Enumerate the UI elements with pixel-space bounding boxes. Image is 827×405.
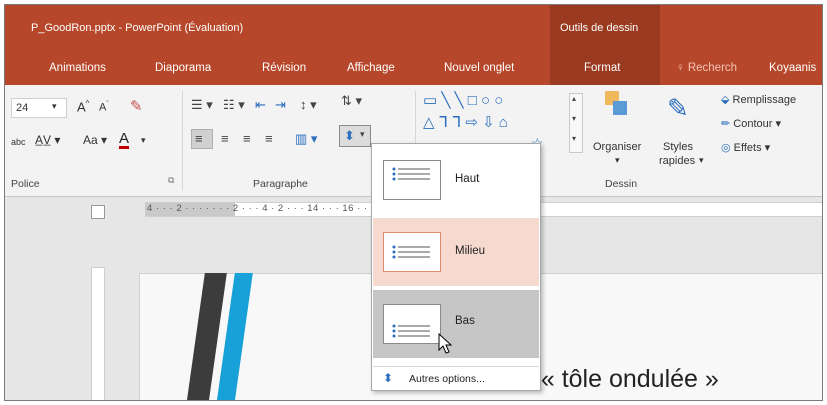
organize-label: Organiser xyxy=(593,141,642,153)
dialog-launcher-icon[interactable]: ⧉ xyxy=(168,175,174,186)
textbox-icon: ▭ ╲ ╲ □ ○ ○ xyxy=(423,92,504,109)
decrease-indent-icon[interactable]: ⇤ xyxy=(255,97,266,113)
tab-revision[interactable]: Révision xyxy=(262,62,306,74)
align-left-icon: ≡ xyxy=(195,131,203,146)
lightbulb-icon: ♀ xyxy=(676,62,688,74)
search-label: Recherch xyxy=(687,62,738,74)
align-right-icon[interactable]: ≡ xyxy=(243,131,251,146)
line-spacing-icon[interactable]: ↕ ▾ xyxy=(300,97,317,113)
bullets-icon[interactable]: ☰ ▾ xyxy=(191,97,213,113)
align-top-thumbnail xyxy=(383,160,441,200)
more-icon: ▾ xyxy=(572,134,577,143)
option-middle[interactable]: Milieu xyxy=(373,218,539,286)
align-middle-thumbnail xyxy=(383,232,441,272)
option-top-label: Haut xyxy=(455,173,480,185)
paint-bucket-icon: ⬙ xyxy=(721,94,733,106)
tell-me-search[interactable]: ♀ Recherch xyxy=(676,62,737,74)
chevron-down-icon: ▾ xyxy=(572,114,577,123)
quick-styles-label-1: Styles xyxy=(663,141,693,153)
shape-effects-button[interactable]: ◎ Effets ▾ xyxy=(721,141,770,154)
tab-selector[interactable] xyxy=(91,205,105,219)
shape-effects-label: Effets xyxy=(733,142,762,154)
slide-title-text[interactable]: e « tôle ondulée » xyxy=(520,365,719,394)
align-top-icon xyxy=(392,167,430,181)
vertical-ruler[interactable] xyxy=(91,267,105,400)
align-left-button[interactable]: ≡ xyxy=(191,129,213,149)
align-center-icon[interactable]: ≡ xyxy=(221,131,229,146)
align-text-icon: ⬍ xyxy=(383,371,394,385)
window-title: P_GoodRon.pptx - PowerPoint (Évaluation) xyxy=(31,22,244,34)
drawing-group-label: Dessin xyxy=(605,178,638,190)
shapes-row-icon: △ ᒣ ᒣ ⇨ ⇩ ⌂ xyxy=(423,114,508,131)
align-bottom-icon xyxy=(392,324,430,338)
strikethrough-label[interactable]: abc xyxy=(11,137,26,147)
quick-styles-button[interactable]: ✎ Styles rapides ▾ xyxy=(655,89,715,173)
shape-fill-label: Remplissage xyxy=(732,94,797,106)
option-top[interactable]: Haut xyxy=(373,146,539,214)
clear-format-icon[interactable]: ✎ xyxy=(130,97,143,115)
numbering-icon[interactable]: ☷ ▾ xyxy=(223,97,245,113)
organize-icon-back xyxy=(613,101,627,115)
paragraph-group-label: Paragraphe xyxy=(253,178,308,190)
tab-affichage[interactable]: Affichage xyxy=(347,62,395,74)
chevron-down-icon: ▾ xyxy=(699,155,704,165)
context-header-label: Outils de dessin xyxy=(560,22,639,34)
tab-nouvel-onglet[interactable]: Nouvel onglet xyxy=(444,62,514,74)
change-case-button[interactable]: Aa ▾ xyxy=(83,133,107,147)
title-bar: P_GoodRon.pptx - PowerPoint (Évaluation)… xyxy=(5,5,822,53)
shape-outline-label: Contour xyxy=(733,118,773,130)
chevron-down-icon[interactable]: ▾ xyxy=(141,135,146,146)
change-case-label: Aa xyxy=(83,133,98,147)
shrink-font-icon[interactable]: Aˇ xyxy=(99,101,109,114)
shape-outline-button[interactable]: ✏ Contour ▾ xyxy=(721,117,781,130)
option-bottom-label: Bas xyxy=(455,315,475,327)
mouse-cursor-icon xyxy=(438,333,453,354)
divider xyxy=(182,91,183,191)
font-size-value: 24 xyxy=(16,102,29,114)
align-text-dropdown: Haut Milieu Bas ⬍ Autres options... xyxy=(371,143,541,391)
align-middle-icon xyxy=(392,245,430,259)
paintbrush-icon: ✎ xyxy=(667,93,689,123)
font-color-icon[interactable]: A xyxy=(119,131,130,149)
justify-icon[interactable]: ≡ xyxy=(265,131,273,146)
pencil-icon: ✏ xyxy=(721,118,734,130)
quick-styles-label-2: rapides xyxy=(659,155,696,167)
tab-animations[interactable]: Animations xyxy=(49,62,106,74)
align-bottom-thumbnail xyxy=(383,304,441,344)
effects-icon: ◎ xyxy=(721,142,734,154)
align-text-button[interactable]: ⬍ ▾ xyxy=(339,125,371,147)
columns-icon[interactable]: ▥ ▾ xyxy=(295,131,317,147)
user-name[interactable]: Koyaanis xyxy=(769,62,816,74)
tab-diaporama[interactable]: Diaporama xyxy=(155,62,211,74)
powerpoint-window: P_GoodRon.pptx - PowerPoint (Évaluation)… xyxy=(4,4,823,401)
increase-indent-icon[interactable]: ⇥ xyxy=(275,97,286,113)
font-size-box[interactable]: 24 ▾ xyxy=(11,98,67,118)
align-text-icon: ⬍ xyxy=(344,128,355,143)
tab-format[interactable]: Format xyxy=(550,53,660,85)
gallery-scroll[interactable]: ▴ ▾ ▾ xyxy=(569,93,583,153)
chevron-up-icon: ▴ xyxy=(572,94,577,103)
chevron-down-icon: ▾ xyxy=(360,129,365,139)
option-middle-label: Milieu xyxy=(455,245,486,257)
option-bottom[interactable]: Bas xyxy=(373,290,539,358)
char-spacing-icon[interactable]: A̲V̲ ▾ xyxy=(35,133,60,147)
text-direction-icon[interactable]: ⇅ ▾ xyxy=(341,93,362,109)
shape-fill-button[interactable]: ⬙ Remplissage xyxy=(721,93,796,106)
font-group-label: Police xyxy=(11,178,40,190)
chevron-down-icon: ▾ xyxy=(52,101,57,111)
more-options-item[interactable]: ⬍ Autres options... xyxy=(373,366,539,390)
organize-button[interactable]: Organiser ▾ xyxy=(589,89,649,173)
grow-font-icon[interactable]: A^ xyxy=(77,99,89,114)
context-tab-header: Outils de dessin xyxy=(550,5,660,53)
ribbon-tabs: Animations Diaporama Révision Affichage … xyxy=(5,53,822,85)
more-options-label: Autres options... xyxy=(409,373,485,385)
chevron-down-icon: ▾ xyxy=(615,155,620,165)
